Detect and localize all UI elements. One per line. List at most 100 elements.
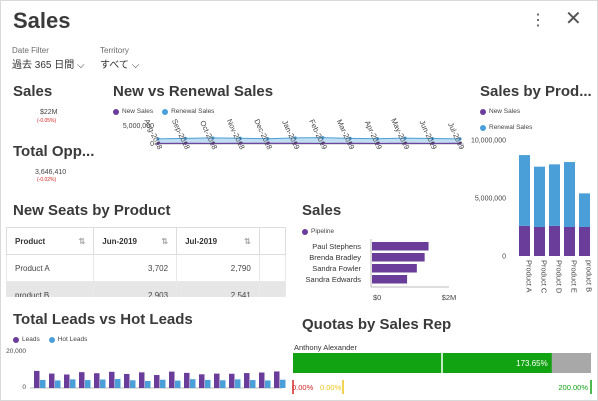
territory-filter-dropdown[interactable]: すべて ⌵ — [100, 56, 139, 71]
quotas-chart: Anthony Alexander 173.65% 0.00% 0.00% 200.00… — [292, 343, 592, 394]
bar-leads — [154, 375, 160, 388]
y-tick-label: 5,000,000 — [475, 196, 506, 203]
bar-leads — [214, 373, 220, 388]
bar-leads — [64, 374, 70, 388]
bar-new-sales — [564, 227, 575, 256]
x-tick-label: Oct-2018 — [198, 119, 219, 151]
bar-renewal-sales — [579, 193, 590, 227]
legend-swatch-leads — [13, 336, 19, 343]
bar-hot-leads — [175, 380, 181, 388]
table-row[interactable]: product B 2,903 2,541 — [6, 281, 286, 297]
x-tick-label: Apr-2019 — [363, 119, 384, 151]
quota-scale-start-red: 0.00% — [292, 383, 314, 392]
y-tick-label: Paul Stephens — [312, 242, 361, 251]
x-tick-label: Jul-2019 — [446, 121, 466, 151]
kpi-sales-title: Sales — [13, 83, 53, 100]
new-seats-table-viewport[interactable]: Product ⇅ Jun-2019 ⇅ Jul-2019 ⇅ Product A 3… — [6, 227, 286, 297]
bar-hot-leads — [55, 380, 61, 388]
x-tick-label: Dec-2018 — [252, 118, 274, 151]
column-header-extra — [258, 227, 286, 255]
bar-hot-leads — [85, 380, 91, 388]
y-tick-label: Sandra Fowler — [312, 264, 361, 273]
y-tick-label: Brenda Bradley — [309, 253, 361, 262]
bar-new-sales — [549, 225, 560, 256]
bar-leads — [169, 371, 175, 388]
leads-chart: 20,000 0 — [6, 348, 286, 391]
chevron-down-icon: ⌵ — [77, 60, 85, 71]
quota-bar — [293, 353, 552, 373]
column-header-product[interactable]: Product ⇅ — [6, 227, 95, 255]
pipeline-title: Sales — [302, 202, 342, 219]
kebab-menu-icon[interactable]: ⋮ — [530, 10, 546, 30]
table-row[interactable]: Product A 3,702 2,790 — [6, 254, 286, 282]
quota-scale-start-yellow: 0.00% — [320, 383, 342, 392]
legend-swatch-new-sales — [480, 108, 486, 115]
cell-extra — [258, 281, 286, 297]
sort-icon[interactable]: ⇅ — [79, 237, 86, 246]
cell-jul: 2,541 — [176, 281, 260, 297]
kpi-opp-title: Total Opp... — [13, 143, 95, 160]
x-tick-label: Sep-2018 — [170, 118, 192, 151]
territory-filter-value: すべて — [100, 60, 129, 71]
bar-leads — [94, 373, 100, 388]
quota-scale-end: 200.00% — [558, 383, 588, 392]
pipeline-chart: Paul Stephens Brenda Bradley Sandra Fowler… — [306, 239, 456, 302]
sort-icon[interactable]: ⇅ — [161, 237, 168, 246]
bar-pipeline — [372, 264, 417, 273]
x-tick-label: Feb-2019 — [307, 118, 329, 151]
close-icon[interactable]: ✕ — [565, 9, 582, 29]
column-header-jun[interactable]: Jun-2019 ⇅ — [93, 227, 178, 255]
x-tick-label: Jun-2019 — [418, 119, 439, 151]
bar-hot-leads — [250, 380, 256, 388]
bar-hot-leads — [145, 380, 151, 388]
quota-bar-label: 173.65% — [516, 359, 548, 368]
kpi-opp-delta: (-0.02%) — [37, 177, 57, 183]
bar-leads — [199, 374, 205, 388]
bar-new-sales — [519, 225, 530, 256]
bar-new-sales — [579, 227, 590, 256]
sort-icon[interactable]: ⇅ — [244, 237, 251, 246]
x-tick-label: Jan-2019 — [280, 119, 301, 151]
y-tick-label: 0 — [502, 254, 506, 261]
bar-hot-leads — [235, 379, 241, 388]
bar-leads — [139, 372, 145, 388]
bar-hot-leads — [190, 379, 196, 388]
bar-hot-leads — [130, 380, 136, 388]
x-tick-label: product B — [585, 260, 593, 292]
bar-hot-leads — [40, 379, 46, 388]
cell-jul: 2,790 — [176, 254, 260, 282]
new-seats-title: New Seats by Product — [13, 202, 171, 219]
bar-hot-leads — [205, 379, 211, 388]
x-tick-label: Product E — [570, 260, 579, 293]
legend-label-pipeline: Pipeline — [311, 228, 335, 235]
bar-leads — [49, 373, 55, 388]
bar-hot-leads — [100, 379, 106, 388]
legend-swatch-pipeline — [302, 228, 308, 235]
new-vs-renewal-title: New vs Renewal Sales — [113, 83, 274, 100]
new-vs-renewal-chart: 5,000,0000Aug-2018 Sep-2018 Oct-2018 Nov-20… — [123, 117, 467, 151]
bar-hot-leads — [280, 379, 286, 388]
bar-leads — [34, 370, 40, 388]
bar-leads — [124, 373, 130, 388]
bar-hot-leads — [160, 379, 166, 388]
date-filter-dropdown[interactable]: 過去 365 日間 ⌵ — [12, 56, 85, 71]
kpi-opp-value: 3,646,410 — [35, 169, 67, 176]
cell-extra — [258, 254, 286, 282]
x-tick-label: Product D — [555, 260, 564, 294]
bar-leads — [259, 372, 265, 388]
quotas-title: Quotas by Sales Rep — [302, 316, 452, 333]
bar-leads — [244, 373, 250, 388]
cell-product: product B — [6, 281, 95, 297]
column-header-jul[interactable]: Jul-2019 ⇅ — [176, 227, 260, 255]
kpi-sales-value: $22M — [40, 109, 58, 116]
legend-label-renewal-sales: Renewal Sales — [171, 108, 215, 115]
bar-pipeline — [372, 242, 429, 251]
bar-hot-leads — [265, 380, 271, 388]
date-filter-value: 過去 365 日間 — [12, 60, 75, 71]
bar-leads — [274, 371, 280, 388]
y-tick-label: 10,000,000 — [471, 138, 506, 145]
new-vs-renewal-legend: New Sales Renewal Sales — [113, 108, 214, 115]
quota-rep-name: Anthony Alexander — [294, 343, 357, 352]
leads-legend: Leads Hot Leads — [13, 336, 87, 343]
bar-renewal-sales — [519, 155, 530, 226]
